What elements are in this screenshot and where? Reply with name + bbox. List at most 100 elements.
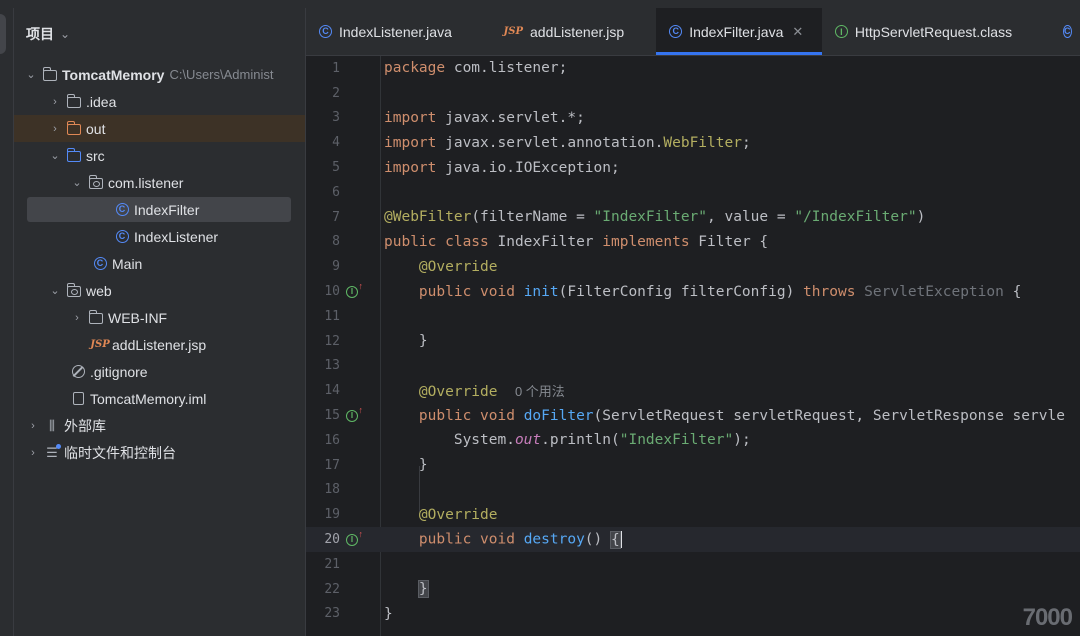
tree-item-indexlistener[interactable]: C IndexListener [14, 223, 305, 250]
chevron-down-icon[interactable]: ⌄ [48, 149, 62, 162]
line-number: 3 [332, 110, 340, 126]
tab-label: addListener.jsp [530, 23, 625, 40]
line-number: 7 [332, 209, 340, 225]
line-number: 16 [324, 432, 340, 448]
code-line: 7 @WebFilter(filterName = "IndexFilter", … [306, 205, 1080, 230]
class-icon: C [114, 202, 130, 218]
project-tool-button[interactable] [0, 14, 6, 54]
chevron-right-icon[interactable]: › [48, 123, 62, 135]
tree-item-src[interactable]: ⌄ src [14, 142, 305, 169]
usages-hint[interactable]: 0 个用法 [515, 384, 565, 399]
excluded-folder-icon [66, 121, 82, 137]
main-class-icon: C [92, 256, 108, 272]
code-line: 21 [306, 552, 1080, 577]
code-line: 4 import javax.servlet.annotation.WebFilt… [306, 130, 1080, 155]
chevron-down-icon[interactable]: ⌄ [48, 284, 62, 297]
code-line: 10I public void init(FilterConfig filter… [306, 279, 1080, 304]
tree-item-gitignore[interactable]: .gitignore [14, 358, 305, 385]
matched-brace: { [610, 530, 621, 549]
code-line: 15I public void doFilter(ServletRequest … [306, 403, 1080, 428]
line-number: 17 [324, 457, 340, 473]
tree-item-web[interactable]: ⌄ web [14, 277, 305, 304]
implements-method-icon[interactable]: I [346, 529, 363, 546]
code-line: 3 import javax.servlet.*; [306, 106, 1080, 131]
code-line: 22 } [306, 577, 1080, 602]
source-folder-icon [66, 148, 82, 164]
chevron-down-icon[interactable]: ⌄ [70, 176, 84, 189]
folder-icon [66, 94, 82, 110]
chevron-right-icon[interactable]: › [26, 420, 40, 432]
module-folder-icon [42, 67, 58, 83]
jsp-icon: JSP [503, 26, 523, 37]
line-number: 22 [324, 581, 340, 597]
code-line: 17 } [306, 453, 1080, 478]
scratch-icon: ☰ [46, 443, 61, 460]
code-line: 5 import java.io.IOException; [306, 155, 1080, 180]
library-icon: ⫼ [49, 417, 55, 433]
chevron-down-icon: ⌄ [60, 27, 71, 41]
tree-item-main[interactable]: C Main [14, 250, 305, 277]
code-line: 14 @Override 0 个用法 [306, 378, 1080, 403]
chevron-right-icon[interactable]: › [26, 447, 40, 459]
tree-item-label: Main [112, 255, 143, 272]
chevron-right-icon[interactable]: › [48, 96, 62, 108]
tree-item-label: src [86, 147, 105, 164]
tab-indexfilter-java[interactable]: C IndexFilter.java ✕ [656, 8, 822, 55]
line-number: 11 [324, 308, 340, 324]
code-line: 11 [306, 304, 1080, 329]
folder-icon [88, 310, 104, 326]
tab-label: HttpServletRequest.class [854, 23, 1013, 40]
tree-item-out[interactable]: › out [14, 115, 305, 142]
watermark-logo: 7000 [1022, 604, 1073, 631]
line-number: 19 [324, 507, 340, 523]
tab-indexlistener-java[interactable]: C IndexListener.java [306, 8, 491, 55]
implements-method-icon[interactable]: I [346, 405, 363, 422]
tree-item-tomcatmemory-iml[interactable]: TomcatMemory.iml [14, 385, 305, 412]
tree-item-label: TomcatMemory [62, 66, 165, 83]
code-editor[interactable]: 1 package com.listener; 2 3 import javax.s… [306, 56, 1080, 636]
line-number: 20 [324, 532, 340, 548]
tree-item-label: 外部库 [64, 417, 106, 434]
line-number: 10 [324, 284, 340, 300]
tab-label: IndexFilter.java [689, 23, 784, 40]
tab-overflow[interactable]: C [1050, 8, 1080, 55]
tree-item-label: 临时文件和控制台 [64, 444, 176, 461]
jsp-icon: JSP [90, 339, 110, 350]
line-number: 12 [324, 333, 340, 349]
tool-window-bar [0, 8, 14, 636]
tree-item-addlistener-jsp[interactable]: JSP addListener.jsp [14, 331, 305, 358]
tree-item-external-libraries[interactable]: › ⫼ 外部库 [14, 412, 305, 439]
project-tree: ⌄ TomcatMemory C:\Users\Administ › .idea… [14, 61, 305, 466]
tree-item-label: web [86, 282, 112, 299]
code-line: 18 [306, 478, 1080, 503]
tree-item-label: .idea [86, 93, 117, 110]
code-line: 9 @Override [306, 254, 1080, 279]
tree-item-idea[interactable]: › .idea [14, 88, 305, 115]
tree-item-path: C:\Users\Administ [169, 67, 274, 82]
tree-item-label: IndexListener [134, 228, 219, 245]
tab-httpservletrequest-class[interactable]: I HttpServletRequest.class [822, 8, 1050, 55]
tree-item-web-inf[interactable]: › WEB-INF [14, 304, 305, 331]
code-line: 23} [306, 602, 1080, 627]
class-icon: C [1063, 25, 1072, 38]
line-number: 13 [324, 358, 340, 374]
iml-file-icon [70, 391, 86, 407]
editor-tabs: C IndexListener.java JSP addListener.jsp… [306, 8, 1080, 56]
tree-item-tomcatmemory[interactable]: ⌄ TomcatMemory C:\Users\Administ [14, 61, 305, 88]
tree-item-scratches[interactable]: › ☰ 临时文件和控制台 [14, 439, 305, 466]
implements-method-icon[interactable]: I [346, 281, 363, 298]
tree-item-com-listener[interactable]: ⌄ com.listener [14, 169, 305, 196]
tree-item-label: addListener.jsp [112, 336, 207, 353]
tree-item-label: com.listener [108, 174, 184, 191]
chevron-down-icon[interactable]: ⌄ [24, 68, 38, 81]
project-view-selector[interactable]: 项目 ⌄ [26, 24, 70, 44]
web-folder-icon [66, 283, 82, 299]
line-number: 1 [332, 60, 340, 76]
class-icon: C [669, 25, 683, 38]
code-line: 16 System.out.println("IndexFilter"); [306, 428, 1080, 453]
tree-item-indexfilter[interactable]: C IndexFilter [14, 196, 305, 223]
close-icon[interactable]: ✕ [792, 24, 803, 40]
tab-addlistener-jsp[interactable]: JSP addListener.jsp [491, 8, 657, 55]
package-icon [88, 175, 104, 191]
chevron-right-icon[interactable]: › [70, 312, 84, 324]
